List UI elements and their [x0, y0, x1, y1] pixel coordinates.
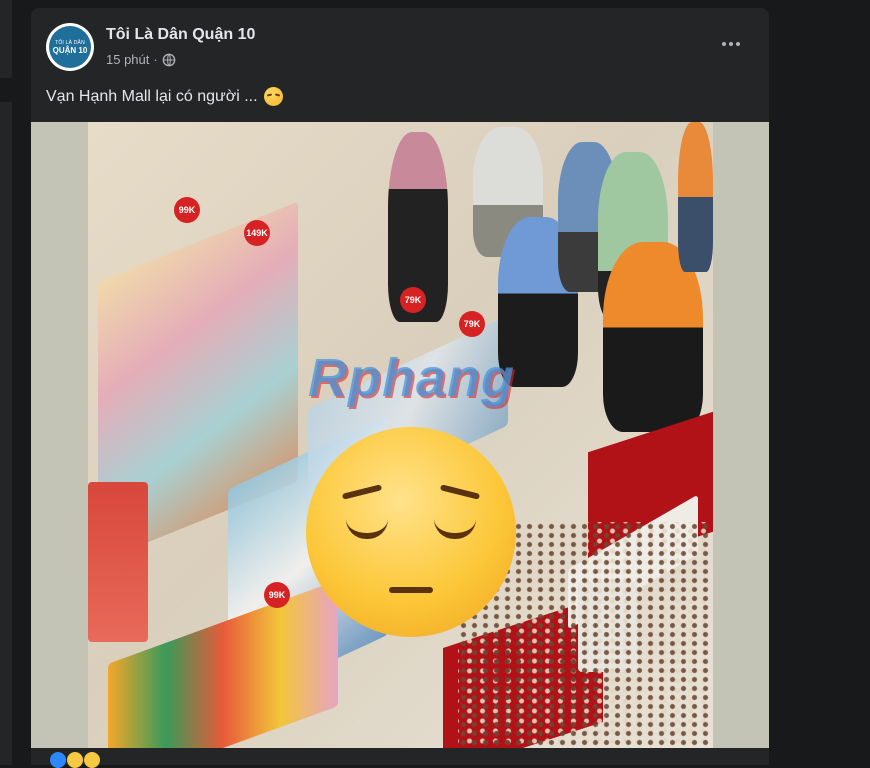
left-column-divider	[0, 78, 12, 102]
like-reaction-icon	[50, 752, 66, 768]
left-column-edge	[0, 0, 12, 765]
emoji-eye	[434, 519, 476, 539]
more-dot	[729, 42, 733, 46]
caption-text: Vạn Hạnh Mall lại có người ...	[46, 87, 258, 105]
globe-icon[interactable]	[162, 53, 176, 67]
more-options-button[interactable]	[713, 30, 749, 58]
price-tag: 149K	[244, 220, 270, 246]
more-dot	[722, 42, 726, 46]
watermark-text: Rphang	[308, 348, 515, 408]
haha-reaction-icon	[67, 752, 83, 768]
meta-separator: ·	[153, 52, 158, 67]
avatar-main-text: QUẬN 10	[52, 45, 88, 55]
emoji-brow	[439, 484, 481, 500]
crowd-person	[678, 122, 713, 272]
pensive-face-icon	[306, 427, 516, 637]
avatar-logo: TÔI LÀ DÂN QUẬN 10	[49, 26, 91, 68]
emoji-mouth	[389, 587, 433, 593]
pensive-face-icon	[263, 87, 283, 106]
sad-reaction-icon	[84, 752, 100, 768]
price-tag: 99K	[174, 197, 200, 223]
price-tag: 79K	[400, 287, 426, 313]
clothing-rack	[88, 482, 148, 642]
price-tag: 99K	[264, 582, 290, 608]
emoji-brow	[341, 484, 383, 500]
post-media[interactable]: 99K 149K 79K 79K 99K Rphang	[31, 122, 769, 748]
post-meta: 15 phút ·	[106, 52, 176, 67]
post-timestamp[interactable]: 15 phút	[106, 52, 149, 67]
reaction-summary[interactable]	[50, 752, 100, 768]
price-tag: 79K	[459, 311, 485, 337]
post-photo[interactable]: 99K 149K 79K 79K 99K Rphang	[88, 122, 713, 748]
feed-post: TÔI LÀ DÂN QUẬN 10 Tôi Là Dân Quận 10 15…	[31, 8, 769, 765]
emoji-eye	[346, 519, 388, 539]
page-name-link[interactable]: Tôi Là Dân Quận 10	[106, 26, 255, 44]
post-caption: Vạn Hạnh Mall lại có người ...	[46, 87, 283, 106]
page-avatar[interactable]: TÔI LÀ DÂN QUẬN 10	[46, 23, 94, 71]
more-dot	[736, 42, 740, 46]
